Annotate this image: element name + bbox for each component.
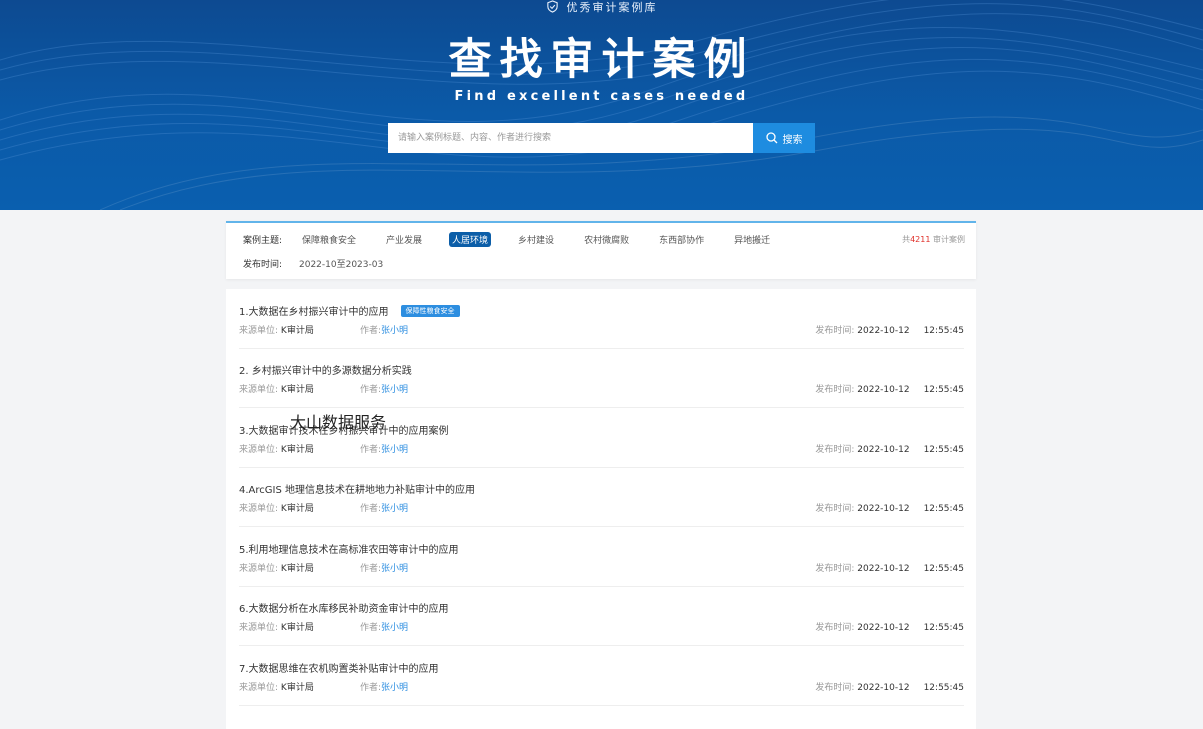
case-title-text[interactable]: 4.ArcGIS 地理信息技术在耕地地力补贴审计中的应用 [239,481,475,496]
source-label: 来源单位: [239,445,279,455]
case-title[interactable]: 4.ArcGIS 地理信息技术在耕地地力补贴审计中的应用 [239,481,475,496]
topic-option-active[interactable]: 人居环境 [449,232,492,247]
publish-label: 发布时间: [815,326,855,336]
author-link[interactable]: 张小明 [381,385,408,395]
case-title[interactable]: 5.利用地理信息技术在高标准农田等审计中的应用 [239,541,459,556]
watermark-text: 大山数据服务 [290,413,387,432]
topic-option[interactable]: 农村微腐败 [581,232,632,247]
publish-label: 发布时间: [815,385,855,395]
author-link[interactable]: 张小明 [381,445,408,455]
topic-option[interactable]: 东西部协作 [656,232,707,247]
publish-date: 2022-10-12 [857,385,910,395]
source-label: 来源单位: [239,683,279,693]
list-item[interactable]: 1.大数据在乡村振兴审计中的应用 保障性粮食安全 来源单位: K审计局 作者:张… [239,289,964,349]
topic-filter-label: 案例主题: [243,236,283,246]
publish-time: 12:55:45 [923,326,964,336]
publish-date: 2022-10-12 [857,326,910,336]
date-filter-row: 发布时间: 2022-10至2023-03 [243,257,383,270]
source-value: K审计局 [280,623,314,633]
source-value: K审计局 [280,504,314,514]
date-range-value[interactable]: 2022-10至2023-03 [299,257,383,270]
publish-time: 12:55:45 [923,683,964,693]
source-value: K审计局 [280,385,314,395]
case-title[interactable]: 2. 乡村振兴审计中的多源数据分析实践 [239,362,412,377]
search-button[interactable]: 搜索 [753,123,815,153]
hero-banner: 优秀审计案例库 查找审计案例 Find excellent cases need… [0,0,1203,210]
publish-date: 2022-10-12 [857,623,910,633]
publish-time: 12:55:45 [923,504,964,514]
source-label: 来源单位: [239,623,279,633]
source-value: K审计局 [280,445,314,455]
library-badge: 优秀审计案例库 [0,0,1203,14]
topic-option[interactable]: 乡村建设 [515,232,557,247]
publish-time: 12:55:45 [923,623,964,633]
topic-option[interactable]: 异地搬迁 [731,232,773,247]
case-title-text[interactable]: 2. 乡村振兴审计中的多源数据分析实践 [239,362,412,377]
publish-date: 2022-10-12 [857,683,910,693]
case-title-text[interactable]: 1.大数据在乡村振兴审计中的应用 [239,303,389,318]
source-label: 来源单位: [239,564,279,574]
publish-date: 2022-10-12 [857,445,910,455]
author-link[interactable]: 张小明 [381,504,408,514]
author-link[interactable]: 张小明 [381,564,408,574]
topic-tag: 保障性粮食安全 [400,304,460,317]
author-link[interactable]: 张小明 [381,326,408,336]
source-value: K审计局 [280,564,314,574]
total-prefix: 共 [902,235,911,244]
case-title[interactable]: 7.大数据思维在农机购置类补贴审计中的应用 [239,660,439,675]
total-count: 共4211 审计案例 [902,234,965,245]
date-filter-label: 发布时间: [243,260,283,270]
page-title: 查找审计案例 [448,35,755,85]
list-item[interactable]: 5.利用地理信息技术在高标准农田等审计中的应用 来源单位: K审计局 作者:张小… [239,527,964,587]
list-item[interactable]: 4.ArcGIS 地理信息技术在耕地地力补贴审计中的应用 来源单位: K审计局 … [239,467,964,527]
author-label: 作者: [360,385,382,395]
filter-panel: 案例主题: 保障粮食安全 产业发展 人居环境 乡村建设 农村微腐败 东西部协作 … [226,221,976,279]
publish-label: 发布时间: [815,623,855,633]
total-number: 4211 [910,235,931,244]
publish-date: 2022-10-12 [857,504,910,514]
source-value: K审计局 [280,326,314,336]
shield-check-icon [546,0,559,16]
page-subtitle: Find excellent cases needed [454,89,749,104]
publish-label: 发布时间: [815,504,855,514]
publish-date: 2022-10-12 [857,564,910,574]
search-button-label: 搜索 [782,134,803,146]
publish-label: 发布时间: [815,564,855,574]
topic-filter-row: 案例主题: 保障粮食安全 产业发展 人居环境 乡村建设 农村微腐败 东西部协作 … [243,232,797,247]
case-title-text[interactable]: 6.大数据分析在水库移民补助资金审计中的应用 [239,600,449,615]
author-label: 作者: [360,564,382,574]
author-label: 作者: [360,326,382,336]
source-label: 来源单位: [239,326,279,336]
list-item[interactable]: 7.大数据思维在农机购置类补贴审计中的应用 来源单位: K审计局 作者:张小明 … [239,646,964,706]
source-value: K审计局 [280,683,314,693]
publish-label: 发布时间: [815,445,855,455]
author-label: 作者: [360,504,382,514]
topic-option[interactable]: 产业发展 [383,232,425,247]
search-icon [765,132,777,144]
case-title[interactable]: 1.大数据在乡村振兴审计中的应用 保障性粮食安全 [239,303,460,318]
author-link[interactable]: 张小明 [381,683,408,693]
badge-text: 优秀审计案例库 [566,1,658,14]
publish-time: 12:55:45 [923,445,964,455]
source-label: 来源单位: [239,504,279,514]
source-label: 来源单位: [239,385,279,395]
publish-label: 发布时间: [815,683,855,693]
search-input[interactable] [388,123,753,153]
case-title-text[interactable]: 5.利用地理信息技术在高标准农田等审计中的应用 [239,541,459,556]
case-list: 1.大数据在乡村振兴审计中的应用 保障性粮食安全 来源单位: K审计局 作者:张… [226,289,976,729]
publish-time: 12:55:45 [923,385,964,395]
case-title-text[interactable]: 7.大数据思维在农机购置类补贴审计中的应用 [239,660,439,675]
search-bar: 搜索 [388,123,815,153]
topic-option[interactable]: 保障粮食安全 [299,232,359,247]
author-label: 作者: [360,623,382,633]
case-title[interactable]: 6.大数据分析在水库移民补助资金审计中的应用 [239,600,449,615]
list-item[interactable]: 2. 乡村振兴审计中的多源数据分析实践 来源单位: K审计局 作者:张小明 发布… [239,348,964,408]
author-label: 作者: [360,683,382,693]
author-link[interactable]: 张小明 [381,623,408,633]
list-item[interactable]: 6.大数据分析在水库移民补助资金审计中的应用 来源单位: K审计局 作者:张小明… [239,586,964,646]
author-label: 作者: [360,445,382,455]
total-suffix: 审计案例 [933,235,965,244]
wave-pattern-background [0,0,1203,210]
publish-time: 12:55:45 [923,564,964,574]
